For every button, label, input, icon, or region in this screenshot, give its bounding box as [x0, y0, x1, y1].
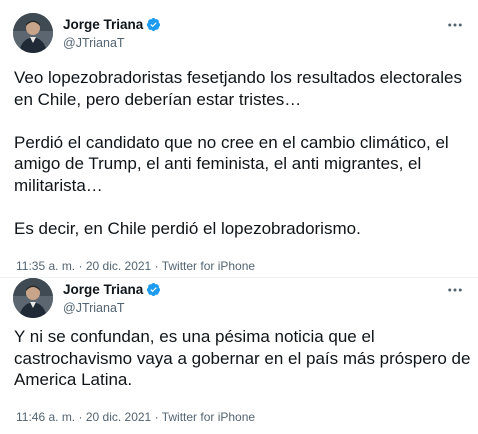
tweet-metadata: 11:35 a. m. · 20 dic. 2021 · Twitter for… [16, 259, 255, 273]
tweet-paragraph: Y ni se confundan, es una pésima noticia… [14, 327, 471, 389]
more-options-icon[interactable] [446, 281, 464, 299]
verified-badge-icon [146, 17, 161, 32]
more-options-icon[interactable] [446, 16, 464, 34]
avatar[interactable] [13, 13, 53, 53]
tweet-text: Y ni se confundan, es una pésima noticia… [14, 326, 474, 391]
meta-separator: · [154, 410, 159, 424]
author-block[interactable]: Jorge Triana @JTrianaT [63, 280, 161, 315]
verified-badge-icon [146, 282, 161, 297]
user-handle[interactable]: @JTrianaT [63, 301, 161, 315]
tweet-date[interactable]: 20 dic. 2021 [86, 259, 151, 273]
tweet-text: Veo lopezobradoristas fesetjando los res… [14, 67, 474, 239]
tweet-time[interactable]: 11:35 a. m. [16, 259, 75, 273]
tweet-source[interactable]: Twitter for iPhone [162, 259, 255, 273]
tweet-date[interactable]: 20 dic. 2021 [86, 410, 151, 424]
display-name[interactable]: Jorge Triana [63, 282, 143, 297]
tweet-1[interactable]: Jorge Triana @JTrianaT Veo lopezobradori… [0, 0, 478, 278]
tweet-time[interactable]: 11:46 a. m. [16, 410, 75, 424]
avatar-photo [13, 13, 53, 53]
tweet-paragraph: Es decir, en Chile perdió el lopezobrado… [14, 218, 361, 238]
tweet-paragraph: Perdió el candidato que no cree en el ca… [14, 132, 449, 195]
user-handle[interactable]: @JTrianaT [63, 36, 161, 50]
meta-separator: · [78, 259, 83, 273]
avatar-photo [13, 278, 53, 318]
tweet-2[interactable]: Jorge Triana @JTrianaT Y ni se confundan… [0, 278, 478, 434]
tweet-metadata: 11:46 a. m. · 20 dic. 2021 · Twitter for… [16, 410, 255, 424]
meta-separator: · [154, 259, 159, 273]
tweet-source[interactable]: Twitter for iPhone [162, 410, 255, 424]
tweet-paragraph: Veo lopezobradoristas fesetjando los res… [14, 68, 462, 109]
display-name[interactable]: Jorge Triana [63, 17, 143, 32]
author-block[interactable]: Jorge Triana @JTrianaT [63, 15, 161, 50]
meta-separator: · [78, 410, 83, 424]
avatar[interactable] [13, 278, 53, 318]
